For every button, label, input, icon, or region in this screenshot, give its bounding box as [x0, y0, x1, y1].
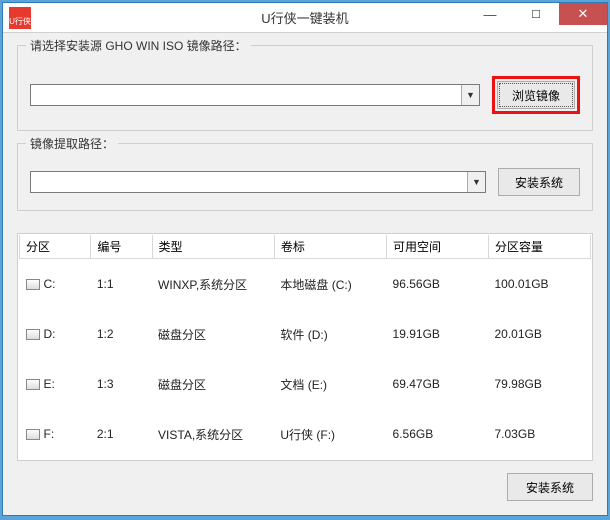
group-source-legend: 请选择安装源 GHO WIN ISO 镜像路径：	[26, 37, 251, 54]
table-header-row: 分区 编号 类型 卷标 可用空间 分区容量	[20, 235, 591, 259]
col-label[interactable]: 卷标	[274, 235, 386, 259]
col-capacity[interactable]: 分区容量	[489, 235, 591, 259]
col-free[interactable]: 可用空间	[387, 235, 489, 259]
table-row[interactable]: D:1:2磁盘分区软件 (D:)19.91GB20.01GB	[20, 310, 591, 360]
group-source: 请选择安装源 GHO WIN ISO 镜像路径： ▼ 浏览镜像	[17, 45, 593, 131]
group-extract: 镜像提取路径： ▼ 安装系统	[17, 143, 593, 211]
drive-icon	[26, 279, 40, 290]
minimize-button[interactable]: —	[467, 3, 513, 25]
app-icon: U行侠	[9, 7, 31, 29]
close-button[interactable]: ✕	[559, 3, 607, 25]
window-controls: — ☐ ✕	[467, 3, 607, 32]
window: U行侠 U行侠一键装机 — ☐ ✕ 请选择安装源 GHO WIN ISO 镜像路…	[2, 2, 608, 516]
chevron-down-icon[interactable]: ▼	[461, 85, 479, 105]
source-path-combo[interactable]: ▼	[30, 84, 480, 106]
install-button-top[interactable]: 安装系统	[498, 168, 580, 196]
install-button-bottom[interactable]: 安装系统	[507, 473, 593, 501]
chevron-down-icon[interactable]: ▼	[467, 172, 485, 192]
browse-highlight: 浏览镜像	[492, 76, 580, 114]
table-row[interactable]: E:1:3磁盘分区文档 (E:)69.47GB79.98GB	[20, 359, 591, 409]
drive-icon	[26, 379, 40, 390]
titlebar: U行侠 U行侠一键装机 — ☐ ✕	[3, 3, 607, 33]
drive-icon	[26, 329, 40, 340]
drive-icon	[26, 429, 40, 440]
table-row[interactable]: F:2:1VISTA,系统分区U行侠 (F:)6.56GB7.03GB	[20, 409, 591, 459]
col-partition[interactable]: 分区	[20, 235, 91, 259]
partition-table: 分区 编号 类型 卷标 可用空间 分区容量 C:1:1WINXP,系统分区本地磁…	[19, 235, 591, 459]
col-number[interactable]: 编号	[91, 235, 152, 259]
footer-row: 安装系统	[17, 471, 593, 501]
client-area: 请选择安装源 GHO WIN ISO 镜像路径： ▼ 浏览镜像 镜像提取路径： …	[3, 33, 607, 515]
col-type[interactable]: 类型	[152, 235, 274, 259]
source-path-value	[31, 85, 461, 105]
partition-table-wrap: 分区 编号 类型 卷标 可用空间 分区容量 C:1:1WINXP,系统分区本地磁…	[17, 233, 593, 461]
maximize-button[interactable]: ☐	[513, 3, 559, 25]
group-extract-legend: 镜像提取路径：	[26, 135, 118, 152]
table-row[interactable]: C:1:1WINXP,系统分区本地磁盘 (C:)96.56GB100.01GB	[20, 259, 591, 310]
extract-path-value	[31, 172, 467, 192]
extract-path-combo[interactable]: ▼	[30, 171, 486, 193]
browse-button[interactable]: 浏览镜像	[497, 81, 575, 109]
